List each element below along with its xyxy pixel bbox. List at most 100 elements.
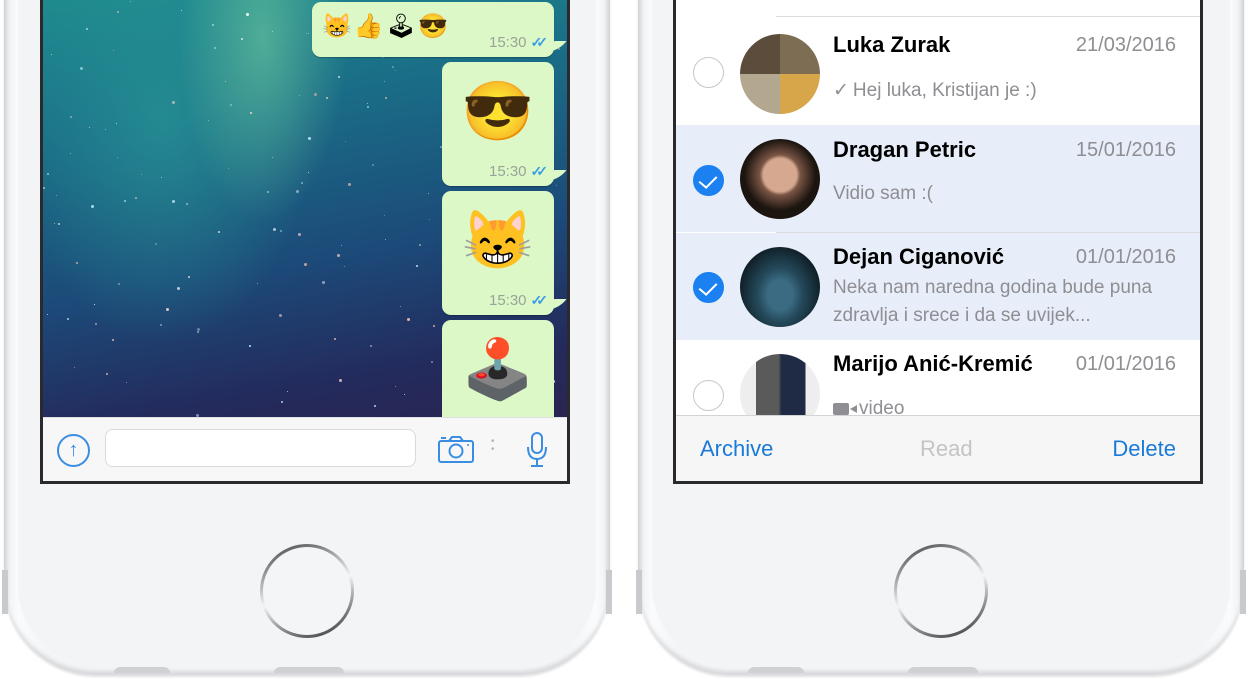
chat-row-selected[interactable]: Dejan Ciganović 01/01/2016 Neka nam nare… (676, 233, 1200, 340)
star-decoration (308, 32, 310, 34)
star-decoration (112, 338, 115, 341)
message-bubble[interactable]: 😸👍🕹😎 15:30 ✓✓ (312, 2, 554, 57)
star-decoration (125, 381, 127, 383)
star-decoration (124, 200, 127, 203)
star-decoration (171, 101, 175, 105)
select-checkbox-checked[interactable] (693, 165, 724, 196)
star-decoration (257, 282, 259, 284)
star-decoration (333, 338, 336, 341)
star-decoration (117, 10, 120, 13)
star-decoration (337, 253, 341, 257)
star-decoration (43, 186, 45, 189)
star-decoration (67, 318, 70, 321)
star-decoration (79, 67, 83, 70)
star-decoration (88, 126, 90, 128)
star-decoration (47, 313, 49, 315)
star-decoration (240, 37, 243, 40)
message-emoji: 😎 (461, 79, 535, 144)
star-decoration (321, 280, 325, 284)
star-decoration (369, 344, 372, 347)
select-checkbox-checked[interactable] (693, 272, 724, 303)
home-button[interactable] (894, 544, 988, 638)
speaker-grille (114, 667, 170, 673)
star-decoration (394, 69, 396, 71)
star-decoration (166, 308, 170, 312)
mark-read-button[interactable]: Read (920, 436, 973, 462)
chat-row[interactable]: Luka Zurak 21/03/2016 ✓ Hej luka, Kristij… (676, 17, 1200, 124)
star-decoration (419, 244, 422, 247)
star-decoration (248, 344, 251, 347)
star-decoration (429, 218, 431, 220)
microphone-icon[interactable] (526, 432, 548, 468)
star-decoration (129, 1, 131, 3)
star-decoration (296, 190, 300, 194)
star-decoration (171, 200, 175, 204)
sent-check-icon: ✓ (833, 80, 849, 101)
star-decoration (384, 214, 386, 216)
message-emoji: 🕹️ (461, 337, 535, 402)
archive-button[interactable]: Archive (700, 436, 773, 462)
message-preview: Neka nam naredna godina bude puna zdravl… (833, 274, 1176, 330)
star-decoration (407, 317, 411, 321)
read-receipt-icon: ✓✓ (530, 34, 549, 50)
star-decoration (384, 96, 387, 99)
message-time: 15:30 (488, 163, 527, 180)
avatar (740, 34, 820, 114)
star-decoration (392, 65, 395, 68)
arrow-up-circle-icon[interactable]: ↑ (57, 434, 90, 467)
star-decoration (347, 183, 351, 187)
speaker-grille (748, 667, 804, 673)
message-meta: 15:30✓✓ (489, 292, 549, 309)
star-decoration (186, 202, 189, 205)
star-decoration (249, 112, 252, 115)
star-decoration (415, 265, 418, 268)
message-emojis: 😸👍🕹😎 (322, 13, 451, 40)
star-decoration (214, 46, 217, 49)
star-decoration (74, 366, 76, 368)
star-decoration (308, 171, 310, 173)
star-decoration (112, 49, 114, 51)
star-decoration (116, 156, 118, 158)
star-decoration (91, 205, 95, 209)
star-decoration (280, 229, 283, 232)
contact-name: Dejan Ciganović (833, 244, 1005, 269)
star-decoration (339, 379, 343, 383)
message-bubble[interactable]: 😎 15:30 ✓✓ (442, 62, 554, 186)
phone-side-edge (2, 570, 8, 614)
chat-row-selected[interactable]: Dragan Petric 15/01/2016 Vidio sam :( (676, 125, 1200, 232)
camera-icon[interactable] (438, 436, 474, 463)
star-decoration (55, 195, 57, 197)
preview-text: Neka nam naredna godina bude puna zdravl… (833, 277, 1153, 326)
star-decoration (94, 323, 97, 326)
star-decoration (271, 31, 273, 33)
star-decoration (75, 261, 78, 264)
select-checkbox[interactable] (693, 380, 724, 411)
star-decoration (160, 176, 162, 178)
star-decoration (298, 232, 302, 236)
message-bubble[interactable]: 😸 15:30 ✓✓ (442, 191, 554, 315)
star-decoration (340, 244, 342, 246)
home-button[interactable] (260, 544, 354, 638)
chat-date: 01/01/2016 (1075, 353, 1176, 375)
message-meta: 15:30✓✓ (488, 163, 548, 180)
star-decoration (155, 243, 157, 246)
star-decoration (278, 314, 282, 318)
star-decoration (196, 330, 199, 333)
star-decoration (308, 137, 312, 141)
star-decoration (212, 23, 215, 26)
star-decoration (427, 192, 429, 194)
phone-side-edge (606, 570, 612, 614)
star-decoration (281, 401, 284, 404)
star-decoration (298, 95, 300, 97)
message-input[interactable] (105, 429, 416, 467)
read-receipt-icon: ✓✓ (530, 292, 549, 308)
star-decoration (58, 222, 61, 225)
select-checkbox[interactable] (693, 57, 724, 88)
delete-button[interactable]: Delete (1112, 436, 1176, 462)
star-decoration (337, 76, 340, 78)
star-decoration (383, 80, 385, 82)
star-decoration (372, 164, 375, 167)
vertical-dots-icon[interactable]: • • (491, 437, 495, 455)
star-decoration (303, 262, 307, 266)
star-decoration (433, 324, 436, 327)
